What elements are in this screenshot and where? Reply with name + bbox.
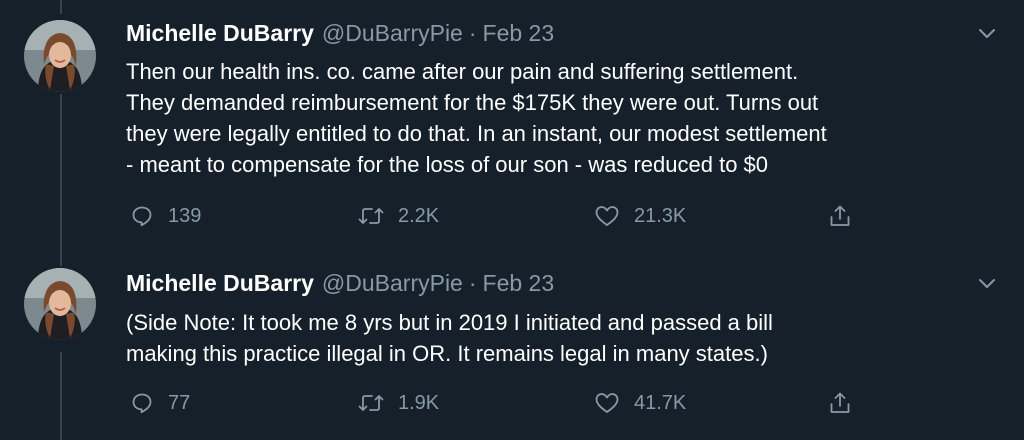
retweet-button[interactable]: 2.2K [358, 202, 439, 230]
share-icon [830, 392, 850, 413]
chevron-down-icon[interactable] [976, 22, 998, 44]
tweet-text: (Side Note: It took me 8 yrs but in 2019… [126, 307, 1006, 369]
like-count: 41.7K [634, 391, 687, 414]
heart-icon [595, 393, 619, 413]
share-icon [830, 205, 850, 226]
reply-button[interactable]: 77 [130, 389, 190, 417]
tweet-text-line: They demanded reimbursement for the $175… [126, 90, 819, 115]
retweet-count: 2.2K [398, 204, 440, 227]
retweet-count: 1.9K [398, 391, 440, 414]
retweet-icon [358, 395, 384, 411]
reply-icon [132, 393, 152, 414]
retweet-icon [358, 208, 384, 224]
author-name[interactable]: Michelle DuBarry [126, 269, 314, 297]
share-button[interactable] [828, 202, 852, 230]
author-name[interactable]: Michelle DuBarry [126, 19, 314, 47]
tweet[interactable]: Michelle DuBarry @DuBarryPie · Feb 23 Th… [0, 0, 1024, 250]
reply-icon [132, 206, 152, 227]
tweet-text-line: they were legally entitled to do that. I… [126, 121, 827, 146]
tweet-text-line: making this practice illegal in OR. It r… [126, 341, 768, 366]
like-count: 21.3K [634, 204, 687, 227]
tweet-text: Then our health ins. co. came after our … [126, 56, 1006, 180]
reply-count: 139 [168, 204, 202, 227]
avatar[interactable] [24, 20, 96, 92]
tweet-header: Michelle DuBarry @DuBarryPie · Feb 23 [126, 269, 554, 297]
like-button[interactable]: 21.3K [594, 202, 686, 230]
retweet-button[interactable]: 1.9K [358, 389, 439, 417]
tweet-date[interactable]: Feb 23 [483, 269, 555, 297]
tweet-text-line: - meant to compensate for the loss of ou… [126, 152, 769, 177]
reply-count: 77 [168, 391, 191, 414]
tweet[interactable]: Michelle DuBarry @DuBarryPie · Feb 23 (S… [0, 250, 1024, 440]
avatar[interactable] [24, 268, 96, 340]
separator: · [468, 270, 477, 296]
like-button[interactable]: 41.7K [594, 389, 686, 417]
reply-button[interactable]: 139 [130, 202, 201, 230]
separator: · [468, 20, 477, 46]
chevron-down-icon[interactable] [976, 272, 998, 294]
heart-icon [595, 206, 619, 226]
tweet-header: Michelle DuBarry @DuBarryPie · Feb 23 [126, 19, 554, 47]
tweet-text-line: (Side Note: It took me 8 yrs but in 2019… [126, 310, 773, 335]
author-handle[interactable]: @DuBarryPie [322, 19, 463, 47]
tweet-text-line: Then our health ins. co. came after our … [126, 59, 799, 84]
share-button[interactable] [828, 389, 852, 417]
tweet-date[interactable]: Feb 23 [483, 19, 555, 47]
author-handle[interactable]: @DuBarryPie [322, 269, 463, 297]
